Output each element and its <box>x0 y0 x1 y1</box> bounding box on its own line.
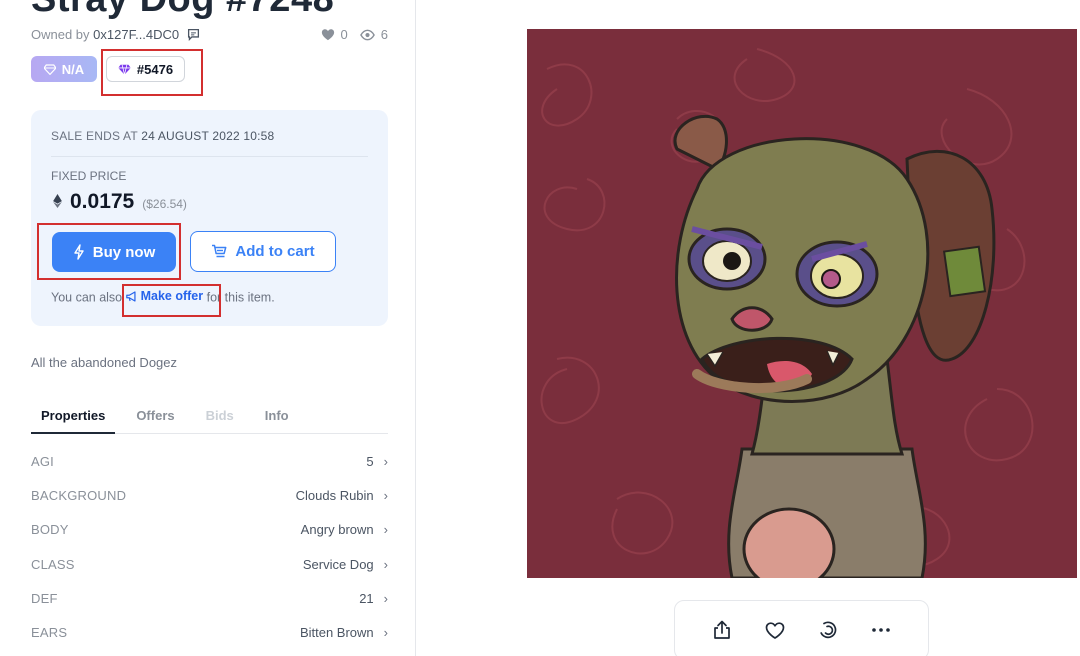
page-title: Stray Dog #7248 <box>31 0 334 21</box>
megaphone-icon <box>125 290 136 302</box>
rank-badge[interactable]: #5476 <box>106 56 185 82</box>
eth-icon <box>53 194 62 211</box>
chat-icon[interactable] <box>187 28 200 44</box>
heart-icon[interactable] <box>760 615 790 645</box>
heart-filled-icon <box>321 29 334 41</box>
eye-icon <box>359 29 375 40</box>
price-usd: ($26.54) <box>142 197 187 211</box>
owner-prefix: Owned by <box>31 27 94 42</box>
media-panel <box>417 0 1080 656</box>
property-row[interactable]: BODY Angry brown › <box>31 513 388 547</box>
make-offer-label: Make offer <box>140 289 204 303</box>
property-row[interactable]: DEF 21 › <box>31 581 388 615</box>
price-type-label: FIXED PRICE <box>51 169 127 183</box>
offer-prefix: You can also <box>51 290 123 305</box>
chevron-right-icon: › <box>383 522 388 538</box>
item-details-panel: Stray Dog #7248 Owned by 0x127F...4DC0 0… <box>0 0 416 656</box>
chevron-right-icon: › <box>383 453 388 469</box>
tab-info[interactable]: Info <box>255 400 299 434</box>
property-value: Service Dog <box>302 556 374 572</box>
property-value: 21 <box>359 590 374 606</box>
property-key: AGI <box>31 453 54 469</box>
detail-tabs: Properties Offers Bids Info <box>31 400 388 434</box>
property-row[interactable]: EARS Bitten Brown › <box>31 615 388 649</box>
property-key: DEF <box>31 590 58 606</box>
nft-image[interactable] <box>527 29 1077 578</box>
offer-suffix: for this item. <box>206 290 275 305</box>
property-key: BACKGROUND <box>31 487 127 503</box>
add-to-cart-button[interactable]: Add to cart <box>190 231 336 272</box>
sale-ends-prefix: SALE ENDS AT <box>51 129 142 143</box>
property-value: Angry brown <box>300 522 374 538</box>
owner-address-link[interactable]: 0x127F...4DC0 <box>93 27 179 42</box>
sale-ends: SALE ENDS AT 24 AUGUST 2022 10:58 <box>51 129 274 143</box>
add-to-cart-label: Add to cart <box>235 243 315 260</box>
sale-ends-date: 24 AUGUST 2022 10:58 <box>141 129 275 143</box>
item-stats: 0 6 <box>321 27 388 42</box>
property-value: 5 <box>366 453 374 469</box>
refresh-icon[interactable] <box>813 615 843 645</box>
property-row[interactable]: AGI 5 › <box>31 444 388 478</box>
chevron-right-icon: › <box>383 590 388 606</box>
views-count: 6 <box>380 27 388 42</box>
property-row[interactable]: BACKGROUND Clouds Rubin › <box>31 478 388 512</box>
tab-bids[interactable]: Bids <box>196 400 244 434</box>
item-description: All the abandoned Dogez <box>31 355 178 370</box>
tab-properties[interactable]: Properties <box>31 400 116 434</box>
tab-offers[interactable]: Offers <box>126 400 184 434</box>
share-icon[interactable] <box>707 615 737 645</box>
make-offer-link[interactable]: Make offer <box>125 289 204 303</box>
likes-count: 0 <box>340 27 348 42</box>
divider <box>51 156 368 157</box>
buy-now-label: Buy now <box>92 243 156 261</box>
property-value: Bitten Brown <box>299 625 374 641</box>
chevron-right-icon: › <box>383 556 388 572</box>
diamond-icon <box>118 64 131 75</box>
offer-line: You can also Make offer for this item. <box>51 289 275 305</box>
lightning-icon <box>74 244 84 260</box>
likes-stat: 0 <box>321 27 348 42</box>
property-key: CLASS <box>31 556 75 572</box>
property-key: EARS <box>31 625 68 641</box>
property-value: Clouds Rubin <box>295 487 374 503</box>
action-bar <box>674 600 929 656</box>
more-icon[interactable] <box>866 615 896 645</box>
rarity-badge: N/A <box>31 56 97 82</box>
chevron-right-icon: › <box>383 625 388 641</box>
views-stat: 6 <box>359 27 388 42</box>
property-row[interactable]: CLASS Service Dog › <box>31 547 388 581</box>
owner-row: Owned by 0x127F...4DC0 0 6 <box>31 27 388 45</box>
buy-now-button[interactable]: Buy now <box>52 232 176 272</box>
price-row: 0.0175 ($26.54) <box>53 190 187 214</box>
sale-panel: SALE ENDS AT 24 AUGUST 2022 10:58 FIXED … <box>31 110 388 326</box>
gem-icon <box>43 63 56 75</box>
property-key: BODY <box>31 522 69 538</box>
price-value: 0.0175 <box>70 190 135 213</box>
chevron-right-icon: › <box>383 487 388 503</box>
rarity-label: N/A <box>61 61 85 77</box>
cart-icon <box>212 244 227 258</box>
properties-list: AGI 5 › BACKGROUND Clouds Rubin › BODY Ang… <box>31 444 388 650</box>
rank-label: #5476 <box>136 61 174 77</box>
